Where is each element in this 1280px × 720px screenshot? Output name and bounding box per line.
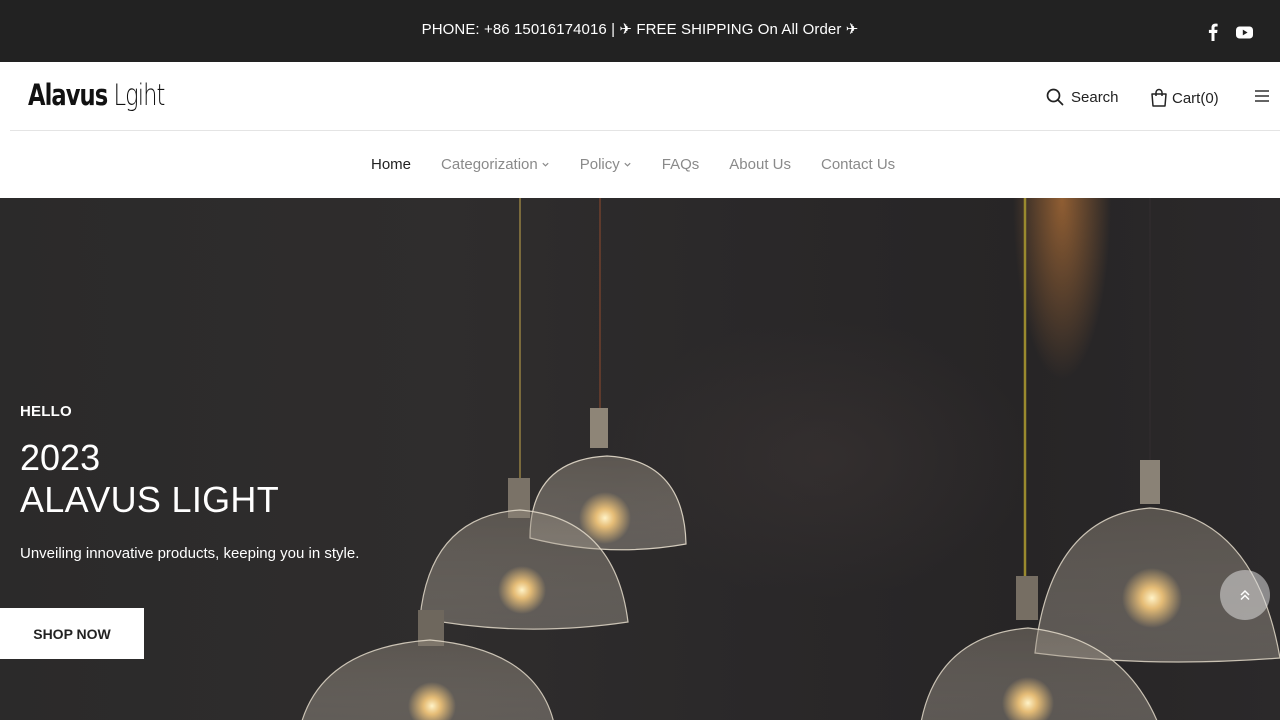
nav-item-policy[interactable]: Policy <box>580 156 632 173</box>
search-icon <box>1046 88 1064 106</box>
nav-item-label: Contact Us <box>820 156 896 173</box>
youtube-icon[interactable] <box>1234 22 1254 42</box>
chevron-down-icon <box>542 162 549 167</box>
announcement-bar: PHONE: +86 15016174016 | ✈ FREE SHIPPING… <box>0 0 1280 62</box>
hero-kicker: HELLO <box>20 403 72 420</box>
hero-subtitle: Unveiling innovative products, keeping y… <box>20 545 360 562</box>
search-button[interactable]: Search <box>1046 86 1119 108</box>
nav-item-home[interactable]: Home <box>371 156 411 173</box>
nav-item-label: Home <box>371 156 412 173</box>
facebook-icon[interactable] <box>1204 22 1222 42</box>
double-chevron-up-icon <box>1240 589 1250 601</box>
shop-now-button[interactable]: SHOP NOW <box>0 608 144 659</box>
nav-item-label: Categorization <box>441 156 538 173</box>
hamburger-icon[interactable] <box>1254 88 1270 104</box>
nav-item-contact-us[interactable]: Contact Us <box>821 156 895 173</box>
nav-item-label: FAQs <box>661 156 700 173</box>
shopping-bag-icon <box>1151 88 1167 107</box>
scroll-to-top-button[interactable] <box>1220 570 1270 620</box>
chevron-down-icon <box>624 162 631 167</box>
cart-button[interactable]: Cart(0) <box>1150 86 1219 108</box>
nav-item-label: About Us <box>729 156 791 173</box>
nav-item-faqs[interactable]: FAQs <box>662 156 700 173</box>
search-label: Search <box>1071 88 1119 106</box>
hero-banner: HELLO 2023 ALAVUS LIGHT Unveiling innova… <box>0 198 1280 720</box>
pendant-lamps-image <box>301 198 1280 720</box>
nav-item-about-us[interactable]: About Us <box>729 156 791 173</box>
cart-label: Cart(0) <box>1172 90 1219 107</box>
logo-bold: Alavus <box>28 78 108 112</box>
nav-list: Home Categorization Policy FAQs About Us… <box>371 156 925 173</box>
logo-text: Alavus Lgiht <box>28 76 165 114</box>
site-logo[interactable]: Alavus Lgiht <box>28 76 203 114</box>
hero-title: ALAVUS LIGHT <box>20 479 280 520</box>
announcement-text: PHONE: +86 15016174016 | ✈ FREE SHIPPING… <box>421 21 859 38</box>
nav-item-categorization[interactable]: Categorization <box>441 156 550 173</box>
hero-year: 2023 <box>20 437 101 478</box>
main-nav: Home Categorization Policy FAQs About Us… <box>0 131 1280 198</box>
nav-item-label: Policy <box>579 156 620 173</box>
logo-light: Lgiht <box>113 78 165 112</box>
